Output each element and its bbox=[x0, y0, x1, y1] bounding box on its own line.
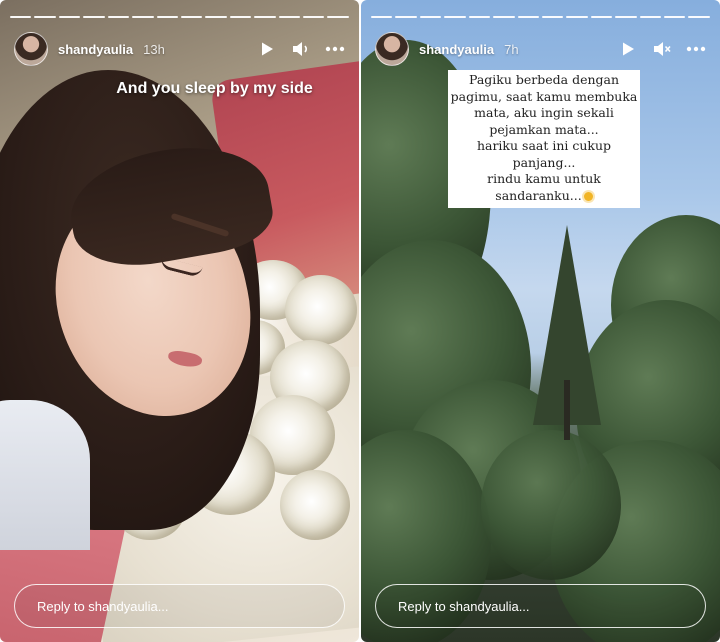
progress-segment bbox=[205, 16, 227, 18]
username[interactable]: shandyaulia bbox=[419, 42, 494, 57]
progress-segment bbox=[493, 16, 515, 18]
note-line: panjang... bbox=[512, 154, 576, 170]
progress-segment bbox=[303, 16, 325, 18]
progress-segment bbox=[83, 16, 105, 18]
progress-segment bbox=[395, 16, 417, 18]
username[interactable]: shandyaulia bbox=[58, 42, 133, 57]
progress-segment bbox=[34, 16, 56, 18]
progress-segment bbox=[639, 16, 662, 18]
avatar[interactable] bbox=[14, 32, 48, 66]
progress-segment bbox=[615, 16, 637, 18]
story-header: shandyaulia 7h bbox=[375, 32, 706, 66]
note-line-with-emoji: sandaranku... bbox=[448, 188, 640, 205]
more-icon[interactable] bbox=[686, 39, 706, 59]
progress-segment bbox=[180, 16, 203, 18]
progress-segment bbox=[156, 16, 178, 18]
progress-segment bbox=[541, 16, 564, 18]
progress-segment bbox=[107, 16, 130, 18]
story-controls bbox=[257, 39, 345, 59]
progress-segment bbox=[419, 16, 442, 18]
note-line: pagimu, saat kamu membuka bbox=[450, 88, 638, 104]
story-panel-1[interactable]: shandyaulia 13h And you sleep by my side… bbox=[0, 0, 359, 642]
muted-icon[interactable] bbox=[652, 39, 672, 59]
volume-icon[interactable] bbox=[291, 39, 311, 59]
progress-segment bbox=[468, 16, 491, 18]
story-progress-bar bbox=[371, 16, 710, 18]
progress-segment bbox=[444, 16, 466, 18]
progress-segment bbox=[10, 16, 32, 18]
progress-segment bbox=[664, 16, 686, 18]
post-time: 7h bbox=[504, 41, 519, 57]
post-time: 13h bbox=[143, 41, 165, 57]
reply-input[interactable]: Reply to shandyaulia... bbox=[375, 584, 706, 628]
note-line: mata, aku ingin sekali bbox=[474, 105, 614, 120]
note-line: hariku saat ini cukup bbox=[476, 138, 612, 153]
story-panel-2[interactable]: shandyaulia 7h Pagiku berbeda dengan pag… bbox=[361, 0, 720, 642]
progress-segment bbox=[278, 16, 301, 18]
progress-segment bbox=[58, 16, 81, 18]
play-icon[interactable] bbox=[618, 39, 638, 59]
progress-segment bbox=[371, 16, 393, 18]
story-controls bbox=[618, 39, 706, 59]
progress-segment bbox=[688, 16, 710, 18]
progress-segment bbox=[517, 16, 539, 18]
story-caption: And you sleep by my side bbox=[116, 80, 313, 97]
progress-segment bbox=[229, 16, 252, 18]
sun-emoji-icon bbox=[583, 191, 593, 201]
avatar[interactable] bbox=[375, 32, 409, 66]
progress-segment bbox=[132, 16, 154, 18]
more-icon[interactable] bbox=[325, 39, 345, 59]
story-progress-bar bbox=[10, 16, 349, 18]
note-line: rindu kamu untuk bbox=[487, 171, 601, 186]
story-header: shandyaulia 13h bbox=[14, 32, 345, 66]
story-text-note: Pagiku berbeda dengan pagimu, saat kamu … bbox=[448, 70, 640, 208]
note-line: Pagiku berbeda dengan bbox=[468, 72, 620, 87]
progress-segment bbox=[327, 16, 349, 18]
note-line: pejamkan mata... bbox=[489, 121, 599, 137]
play-icon[interactable] bbox=[257, 39, 277, 59]
reply-input[interactable]: Reply to shandyaulia... bbox=[14, 584, 345, 628]
progress-segment bbox=[590, 16, 613, 18]
progress-segment bbox=[566, 16, 588, 18]
note-line: sandaranku... bbox=[495, 187, 582, 203]
progress-segment bbox=[254, 16, 276, 18]
